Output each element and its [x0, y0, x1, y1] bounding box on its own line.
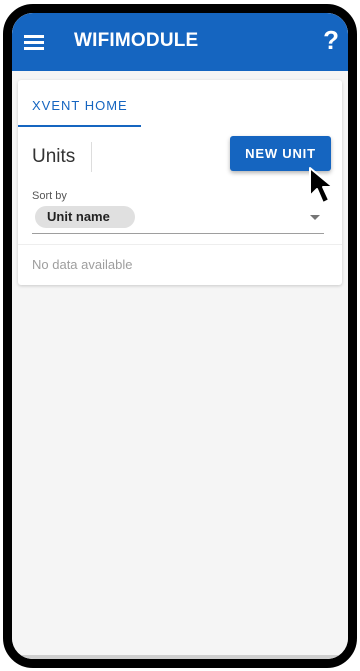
- units-card: XVENT HOME Units NEW UNIT Sort by Unit n…: [18, 80, 342, 285]
- sort-by-select[interactable]: Unit name: [32, 204, 324, 234]
- phone-frame: WIFIMODULE ? XVENT HOME Units NEW UNIT S…: [3, 4, 357, 668]
- bottom-edge: [12, 655, 348, 659]
- sort-by-label: Sort by: [32, 190, 67, 202]
- help-icon[interactable]: ?: [323, 25, 339, 55]
- mouse-pointer-icon: [309, 167, 334, 204]
- tab-xvent-home[interactable]: XVENT HOME: [18, 80, 141, 127]
- hamburger-menu-icon[interactable]: [24, 35, 44, 50]
- empty-state-text: No data available: [32, 257, 133, 272]
- app-bar: WIFIMODULE ?: [12, 13, 348, 71]
- vertical-divider: [91, 142, 92, 172]
- dropdown-arrow-icon[interactable]: [310, 215, 320, 220]
- list-divider: [18, 244, 342, 245]
- units-title: Units: [32, 146, 76, 167]
- app-screen: WIFIMODULE ? XVENT HOME Units NEW UNIT S…: [12, 13, 348, 659]
- app-title: WIFIMODULE: [74, 30, 199, 51]
- tab-label: XVENT HOME: [32, 98, 128, 113]
- sort-selected-chip[interactable]: Unit name: [35, 206, 135, 228]
